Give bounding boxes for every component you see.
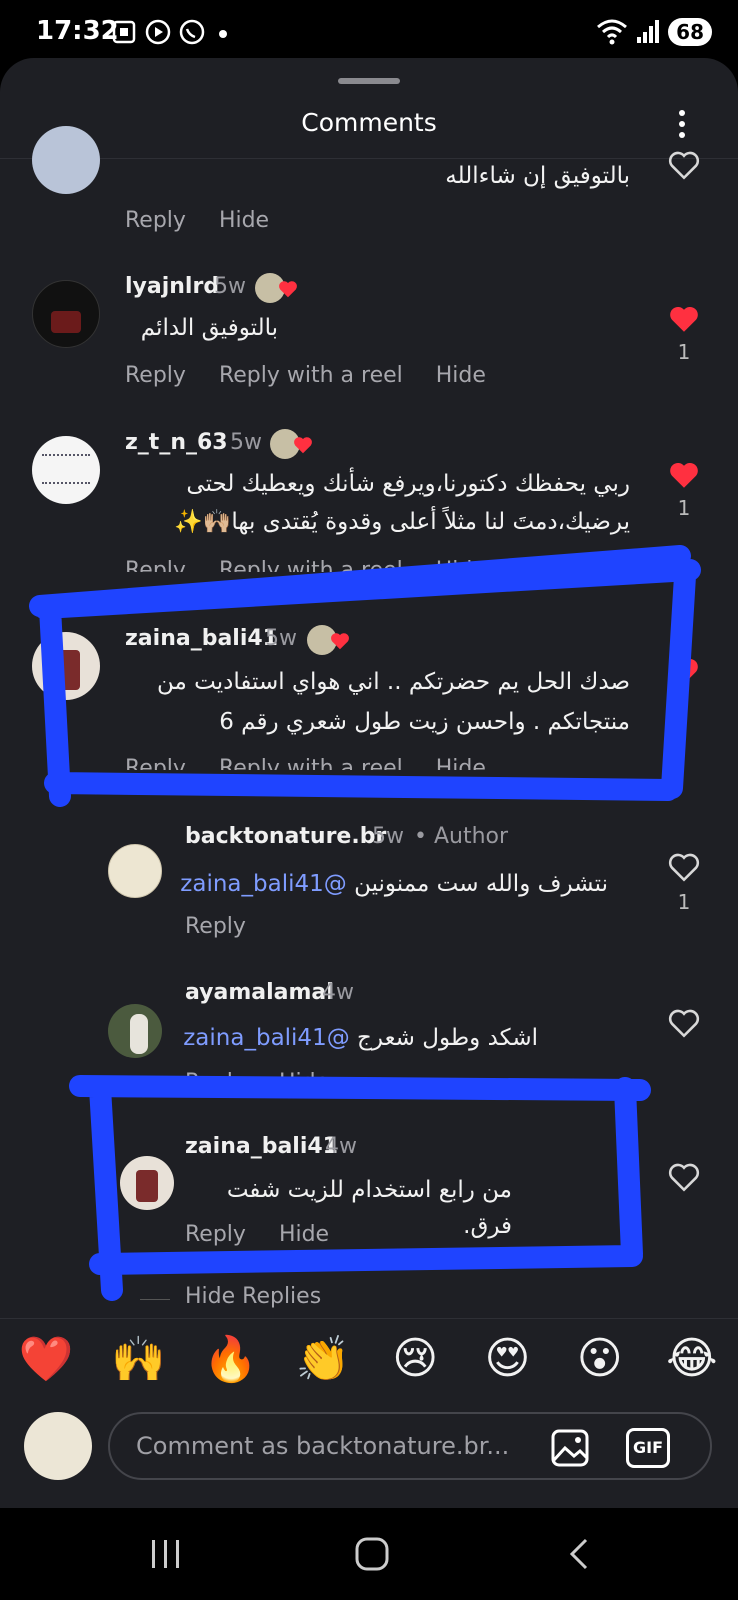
hide-button[interactable]: Hide (219, 208, 269, 233)
emoji-laughing[interactable]: 😂 (662, 1333, 722, 1384)
notification-dot (219, 30, 227, 38)
comment-actions: Reply (185, 914, 272, 939)
comment-input[interactable]: Comment as backtonature.br... GIF (108, 1412, 712, 1480)
comment-username[interactable]: lyajnlrd (125, 274, 219, 299)
like-heart-icon[interactable] (667, 850, 701, 884)
sheet-title: Comments (301, 108, 437, 137)
comment-username[interactable]: z_t_n_63 (125, 430, 228, 455)
creator-like-heart-icon (294, 437, 312, 454)
comment-text: نتشرف والله ست ممنونين @zaina_bali41 (168, 866, 608, 902)
reply-with-reel-button[interactable]: Reply with a reel (219, 363, 403, 388)
image-icon[interactable] (550, 1428, 590, 1468)
like-heart-icon[interactable] (667, 148, 701, 182)
recent-apps-icon[interactable] (146, 1536, 186, 1572)
wifi-icon (597, 19, 628, 45)
current-user-avatar (24, 1412, 92, 1480)
emoji-fire[interactable]: 🔥 (201, 1333, 261, 1385)
like-heart-icon[interactable] (667, 302, 701, 336)
sheet-grabber[interactable] (338, 78, 400, 84)
emoji-quick-bar: ❤️ 🙌 🔥 👏 😢 😍 😮 😂 (0, 1318, 738, 1398)
reply-button[interactable]: Reply (125, 363, 186, 388)
comment-time: 5w (214, 274, 246, 299)
comment-text: بالتوفيق إن شاءالله (445, 163, 630, 189)
emoji-raised-hands[interactable]: 🙌 (108, 1333, 168, 1385)
like-count: 1 (677, 496, 691, 520)
reply-text: نتشرف والله ست ممنونين (354, 871, 608, 897)
emoji-heart[interactable]: ❤️ (16, 1333, 76, 1385)
emoji-crying[interactable]: 😢 (385, 1333, 445, 1384)
comment-input-placeholder: Comment as backtonature.br... (136, 1432, 510, 1460)
comment-text: بالتوفيق الدائم (140, 315, 278, 341)
comment-actions: Reply Reply with a reel Hide (125, 363, 512, 388)
blue-annotation-marker-2 (69, 1075, 651, 1301)
back-icon[interactable] (560, 1536, 600, 1572)
like-count: 1 (677, 890, 691, 914)
comment-actions: Reply Hide (125, 208, 295, 233)
avatar[interactable] (32, 126, 100, 194)
comment-composer: Comment as backtonature.br... GIF (0, 1398, 738, 1508)
system-icons: 68 (596, 18, 712, 46)
reply-text: اشكد وطول شعرج (357, 1025, 538, 1051)
emoji-surprised[interactable]: 😮 (570, 1333, 630, 1384)
comment-time: 5w (230, 430, 262, 455)
like-heart-icon[interactable] (667, 458, 701, 492)
hide-button[interactable]: Hide (436, 363, 486, 388)
avatar[interactable] (32, 436, 100, 504)
creator-like-heart-icon (279, 281, 297, 298)
screenshot-icon (110, 18, 138, 46)
home-icon[interactable] (352, 1536, 392, 1572)
emoji-clap[interactable]: 👏 (293, 1333, 353, 1385)
blue-annotation-marker-1 (29, 545, 701, 807)
mention-link[interactable]: @zaina_bali41 (183, 1025, 349, 1051)
reply-button[interactable]: Reply (125, 208, 186, 233)
comments-sheet: Comments بالتوفيق إن شاءالله Reply Hide … (0, 58, 738, 1508)
avatar[interactable] (108, 844, 162, 898)
like-count: 1 (677, 340, 691, 364)
comment-username[interactable]: ayamalamal (185, 980, 334, 1005)
gif-button[interactable]: GIF (626, 1428, 670, 1468)
system-nav-bar (0, 1508, 738, 1600)
emoji-heart-eyes[interactable]: 😍 (477, 1333, 537, 1384)
mention-link[interactable]: @zaina_bali41 (180, 871, 346, 897)
comment-time: 4w (322, 980, 354, 1005)
status-bar: 17:32 68 (0, 0, 738, 66)
more-options-icon[interactable] (670, 108, 694, 140)
comment-text-line1: ربي يحفظك دكتورنا،ويرفع شأنك ويعطيك لحتى (186, 471, 630, 497)
battery-indicator: 68 (668, 18, 712, 46)
signal-icon (637, 20, 660, 43)
status-time: 17:32 (36, 16, 119, 46)
notification-icons (110, 18, 206, 46)
whatsapp-icon (178, 18, 206, 46)
like-heart-icon[interactable] (667, 1006, 701, 1040)
play-circle-icon (144, 18, 172, 46)
comment-text: اشكد وطول شعرج @zaina_bali41 (178, 1020, 538, 1056)
avatar[interactable] (108, 1004, 162, 1058)
reply-button[interactable]: Reply (185, 914, 246, 939)
